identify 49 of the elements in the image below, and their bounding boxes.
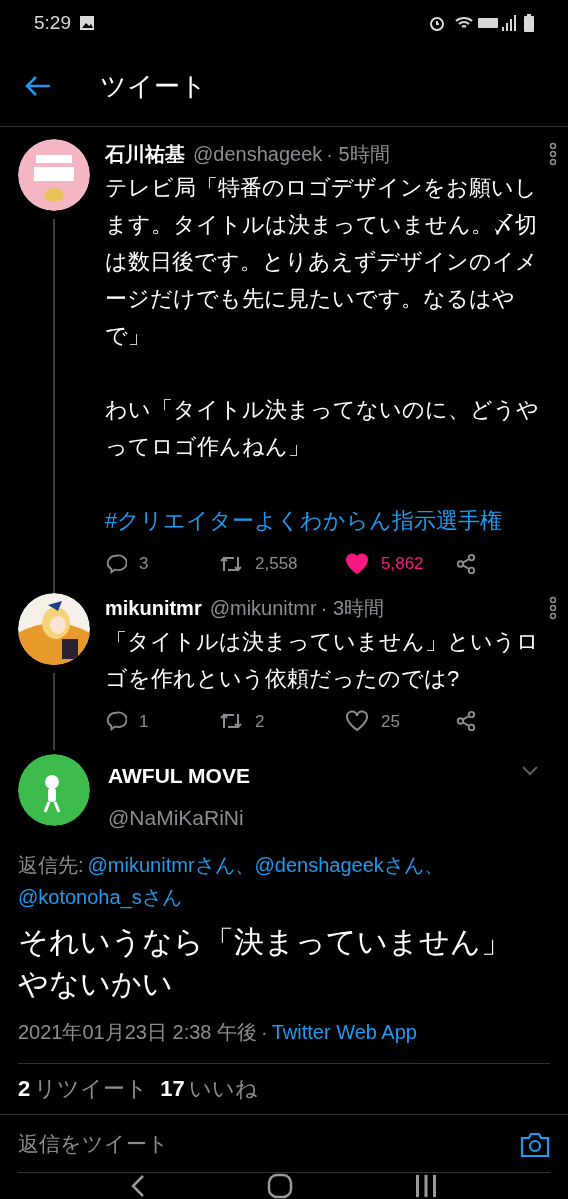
tweet-time: · 5時間 <box>326 142 390 168</box>
back-nav-icon[interactable] <box>130 1174 147 1198</box>
stat-count: 17 <box>160 1075 185 1104</box>
hashtag-link[interactable]: #クリエイターよくわからん指示選手権 <box>105 508 503 534</box>
more-icon[interactable] <box>549 142 557 167</box>
mention-link[interactable]: @kotonoha_sさん <box>18 881 182 914</box>
heart-icon[interactable] <box>345 710 369 733</box>
author-handle: @NaMiKaRiNi <box>108 804 245 831</box>
stat-label: いいね <box>188 1075 258 1104</box>
tweet-text: 「タイトルは決まっていません」というロゴを作れという依頼だったのでは? <box>105 627 540 693</box>
reply-to-label: 返信先: <box>18 853 84 879</box>
heart-icon[interactable] <box>345 552 369 575</box>
retweet-count: 2,558 <box>255 553 298 576</box>
tweet-text: わい「タイトル決まってないのに、どうやってロゴ作んねん」 <box>105 396 540 462</box>
like-count: 5,862 <box>381 553 424 576</box>
reply-icon[interactable] <box>105 710 127 733</box>
status-time: 5:29 <box>34 11 71 36</box>
retweet-count: 2 <box>255 710 265 733</box>
chevron-down-icon[interactable] <box>522 766 538 777</box>
battery-icon <box>524 14 534 33</box>
alarm-icon <box>428 14 446 33</box>
recents-nav-icon[interactable] <box>413 1174 438 1198</box>
tweet-text: テレビ局「特番のロゴデザインをお願いします。タイトルは決まっていません。〆切は数日後です。とりあえずデザインのイメージだけでも先に見たいです。なるはやで」 <box>105 174 539 351</box>
author-handle: @mikunitmr <box>209 595 317 621</box>
share-icon[interactable] <box>455 552 477 575</box>
mention-link[interactable]: @mikunitmrさん、 <box>87 849 255 882</box>
signal-icon <box>502 15 516 32</box>
header-title: ツイート <box>100 69 207 103</box>
tweet-time: · 3時間 <box>320 595 384 621</box>
reply-icon[interactable] <box>105 552 127 575</box>
share-icon[interactable] <box>455 710 477 733</box>
tweet-date: 2021年01月23日 2:38 午後 <box>18 1020 258 1046</box>
author-handle: @denshageek <box>193 142 323 168</box>
author-name: mikunitmr <box>105 595 202 621</box>
like-count: 25 <box>381 710 400 733</box>
author-name: AWFUL MOVE <box>108 763 251 790</box>
stat-label: リツイート <box>34 1075 149 1104</box>
reply-field[interactable]: 返信をツイート <box>18 1127 520 1160</box>
source-link[interactable]: Twitter Web App <box>271 1017 417 1048</box>
author-name: 石川祐基 <box>105 142 185 168</box>
more-icon[interactable] <box>549 595 557 620</box>
mention-link[interactable]: @denshageekさん、 <box>254 849 444 882</box>
home-nav-icon[interactable] <box>267 1173 293 1199</box>
tweet-text: それいうなら「決まっていません」やないかい <box>18 924 512 1003</box>
stat-count: 2 <box>18 1075 31 1104</box>
reply-count: 3 <box>139 553 149 576</box>
separator-dot: · <box>261 1020 268 1046</box>
reply-count: 1 <box>139 710 149 733</box>
image-icon <box>79 15 95 32</box>
